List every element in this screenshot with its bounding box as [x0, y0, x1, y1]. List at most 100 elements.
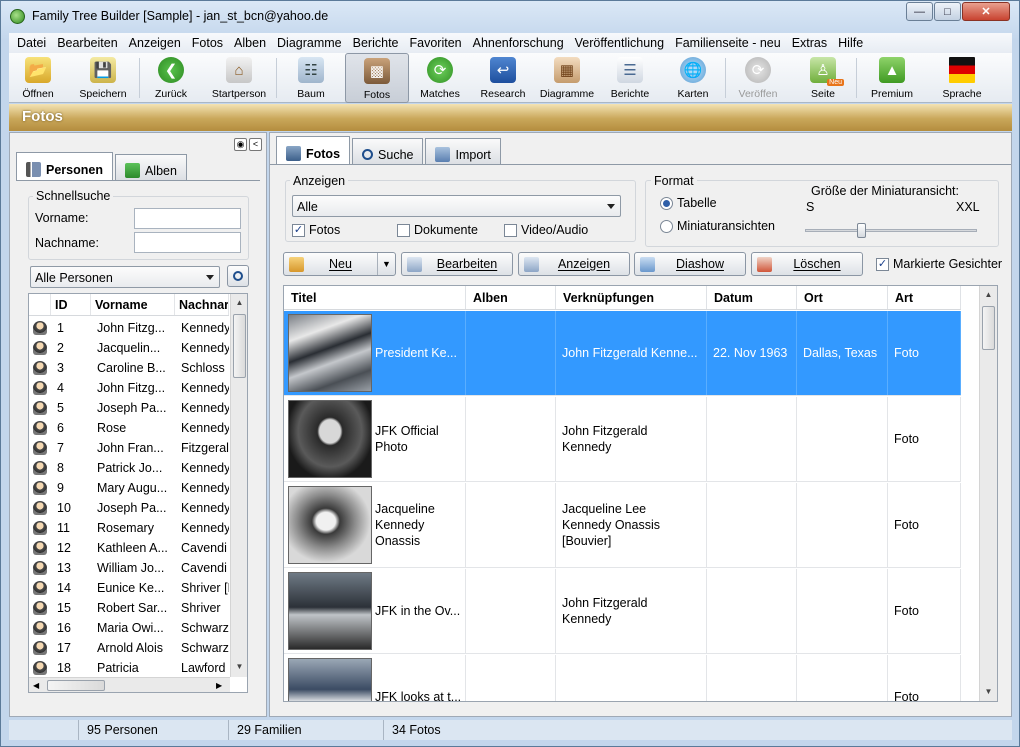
menu-alben[interactable]: Alben	[230, 36, 273, 50]
people-filter-select[interactable]: Alle Personen	[30, 266, 220, 288]
people-table-row[interactable]: 14 Eunice Ke... Shriver [I	[29, 578, 229, 598]
new-dropdown-arrow[interactable]: ▼	[377, 253, 395, 275]
slider-thumb[interactable]	[857, 223, 866, 238]
photos-checkbox[interactable]: ✓ Fotos	[292, 223, 340, 237]
scroll-left-icon[interactable]: ◀	[33, 681, 39, 690]
scroll-up-icon[interactable]: ▲	[980, 290, 997, 299]
research-button[interactable]: ↩ Research	[471, 53, 535, 103]
photo-thumbnail[interactable]	[288, 658, 372, 701]
photo-table-row[interactable]: President Ke... John Fitzgerald Kenne... 2…	[284, 311, 961, 396]
people-table-row[interactable]: 11 Rosemary Kennedy	[29, 518, 229, 538]
thumbnail-size-slider[interactable]	[805, 222, 977, 238]
slideshow-button[interactable]: Diashow	[634, 252, 746, 276]
lastname-column-header[interactable]: Nachnar	[175, 294, 229, 315]
title-column-header[interactable]: Titel	[284, 286, 466, 309]
people-table-row[interactable]: 12 Kathleen A... Cavendi	[29, 538, 229, 558]
show-button[interactable]: Anzeigen	[518, 252, 630, 276]
people-table-row[interactable]: 6 Rose Kennedy	[29, 418, 229, 438]
video-audio-checkbox[interactable]: Video/Audio	[504, 223, 588, 237]
people-table-row[interactable]: 7 John Fran... Fitzgeral	[29, 438, 229, 458]
open-button[interactable]: 📂 Öffnen	[9, 53, 67, 103]
menu-diagramme[interactable]: Diagramme	[273, 36, 349, 50]
language-button[interactable]: Sprache	[927, 53, 997, 103]
premium-button[interactable]: ▲ Premium	[857, 53, 927, 103]
close-button[interactable]: ✕	[962, 2, 1010, 21]
delete-button[interactable]: Löschen	[751, 252, 863, 276]
people-table-row[interactable]: 1 John Fitzg... Kennedy	[29, 318, 229, 338]
tab-albums[interactable]: Alben	[114, 154, 187, 180]
photo-table-row[interactable]: Jacqueline Kennedy Onassis Jacqueline Lee…	[284, 483, 961, 568]
publish-button[interactable]: ⟳ Veröffen	[726, 53, 790, 103]
type-column-header[interactable]: Art	[888, 286, 961, 309]
marked-faces-checkbox[interactable]: ✓ Markierte Gesichter	[876, 257, 1002, 271]
date-column-header[interactable]: Datum	[707, 286, 797, 309]
menu-bearbeiten[interactable]: Bearbeiten	[53, 36, 124, 50]
scroll-down-icon[interactable]: ▼	[231, 662, 247, 671]
scroll-down-icon[interactable]: ▼	[980, 687, 997, 696]
tab-search[interactable]: Suche	[352, 138, 424, 164]
new-button[interactable]: Neu ▼	[283, 252, 396, 276]
minimize-button[interactable]: —	[906, 2, 933, 21]
back-button[interactable]: ❮ Zurück	[140, 53, 202, 103]
people-table-row[interactable]: 2 Jacquelin... Kennedy	[29, 338, 229, 358]
maps-button[interactable]: 🌐 Karten	[661, 53, 725, 103]
menu-familienseite[interactable]: Familienseite - neu	[671, 36, 788, 50]
save-button[interactable]: 💾 Speichern	[67, 53, 139, 103]
photos-button[interactable]: ▩ Fotos	[345, 53, 409, 103]
links-column-header[interactable]: Verknüpfungen	[556, 286, 707, 309]
people-table-row[interactable]: 16 Maria Owi... Schwarz	[29, 618, 229, 638]
people-vertical-scrollbar[interactable]: ▲ ▼	[230, 294, 247, 677]
tab-photos[interactable]: Fotos	[276, 136, 351, 164]
photo-thumbnail[interactable]	[288, 486, 372, 564]
menu-favoriten[interactable]: Favoriten	[406, 36, 469, 50]
menu-ahnenforschung[interactable]: Ahnenforschung	[469, 36, 571, 50]
people-table-row[interactable]: 4 John Fitzg... Kennedy	[29, 378, 229, 398]
people-table-row[interactable]: 3 Caroline B... Schloss	[29, 358, 229, 378]
documents-checkbox[interactable]: Dokumente	[397, 223, 478, 237]
format-thumbnails-radio[interactable]: Miniaturansichten	[660, 219, 775, 233]
photo-thumbnail[interactable]	[288, 572, 372, 650]
firstname-column-header[interactable]: Vorname	[91, 294, 175, 315]
firstname-input[interactable]	[134, 208, 241, 229]
people-table-row[interactable]: 8 Patrick Jo... Kennedy	[29, 458, 229, 478]
menu-veroeffentlichung[interactable]: Veröffentlichung	[571, 36, 671, 50]
show-filter-select[interactable]: Alle	[292, 195, 621, 217]
scroll-thumb[interactable]	[233, 314, 246, 378]
scroll-thumb[interactable]	[982, 306, 995, 350]
format-table-radio[interactable]: Tabelle	[660, 196, 717, 210]
pin-icon[interactable]: ◉	[234, 138, 247, 151]
home-person-button[interactable]: ⌂ Startperson	[202, 53, 276, 103]
photos-vertical-scrollbar[interactable]: ▲ ▼	[979, 286, 997, 701]
lastname-input[interactable]	[134, 232, 241, 253]
tab-import[interactable]: Import	[425, 138, 501, 164]
people-table-row[interactable]: 15 Robert Sar... Shriver	[29, 598, 229, 618]
id-column-header[interactable]: ID	[51, 294, 91, 315]
menu-extras[interactable]: Extras	[788, 36, 834, 50]
place-column-header[interactable]: Ort	[797, 286, 888, 309]
scroll-right-icon[interactable]: ▶	[216, 681, 222, 690]
menu-fotos[interactable]: Fotos	[188, 36, 230, 50]
photo-table-row[interactable]: JFK in the Ov... John Fitzgerald Kennedy F…	[284, 569, 961, 654]
tab-people[interactable]: Personen	[16, 152, 113, 180]
photo-thumbnail[interactable]	[288, 314, 372, 392]
charts-button[interactable]: ▦ Diagramme	[535, 53, 599, 103]
people-table-row[interactable]: 17 Arnold Alois Schwarz	[29, 638, 229, 658]
edit-button[interactable]: Bearbeiten	[401, 252, 513, 276]
reports-button[interactable]: ☰ Berichte	[599, 53, 661, 103]
menu-hilfe[interactable]: Hilfe	[834, 36, 870, 50]
maximize-button[interactable]: □	[934, 2, 961, 21]
people-table-row[interactable]: 9 Mary Augu... Kennedy	[29, 478, 229, 498]
tree-button[interactable]: ☷ Baum	[277, 53, 345, 103]
people-horizontal-scrollbar[interactable]: ◀ ▶	[29, 677, 230, 692]
search-button[interactable]	[227, 265, 249, 287]
collapse-icon[interactable]: <	[249, 138, 262, 151]
people-table-row[interactable]: 10 Joseph Pa... Kennedy	[29, 498, 229, 518]
matches-button[interactable]: ⟳ Matches	[409, 53, 471, 103]
menu-anzeigen[interactable]: Anzeigen	[125, 36, 188, 50]
albums-column-header[interactable]: Alben	[466, 286, 556, 309]
scroll-up-icon[interactable]: ▲	[231, 298, 247, 307]
site-button[interactable]: ♙ Neu Seite	[790, 53, 856, 103]
title-bar[interactable]: Family Tree Builder [Sample] - jan_st_bc…	[1, 1, 1019, 31]
photo-table-row[interactable]: JFK looks at t... Foto	[284, 655, 961, 701]
menu-datei[interactable]: Datei	[13, 36, 53, 50]
